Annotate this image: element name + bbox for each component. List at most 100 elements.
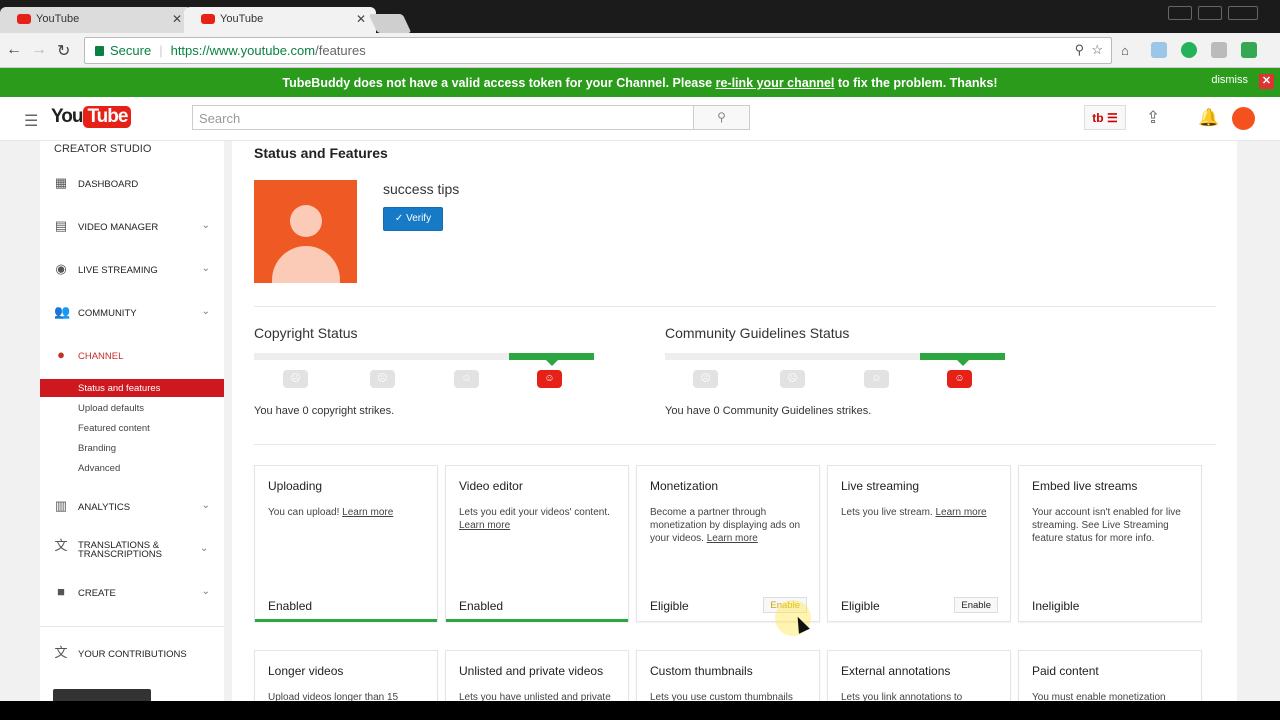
forward-icon[interactable]: → <box>31 41 47 59</box>
enable-live-streaming-button[interactable]: Enable <box>954 597 998 613</box>
channel-avatar <box>254 180 357 283</box>
help-feedback-button[interactable] <box>53 689 151 701</box>
sidebar-sub-status-and-features[interactable]: Status and features <box>40 379 224 397</box>
reload-icon[interactable]: ↻ <box>57 41 70 61</box>
tubebuddy-extension-icon[interactable] <box>1211 42 1227 58</box>
sidebar-title: CREATOR STUDIO <box>54 143 152 155</box>
upload-icon[interactable]: ⇪ <box>1146 108 1160 128</box>
analytics-icon: ▥ <box>54 498 68 513</box>
close-window-button[interactable] <box>1228 6 1258 20</box>
bottom-bar <box>0 701 1280 720</box>
sidebar-item-community[interactable]: 👥 COMMUNITY ⌄ <box>40 303 224 323</box>
channel-name: success tips <box>383 181 460 197</box>
youtube-logo[interactable]: You Tube <box>51 106 132 128</box>
enabled-bar <box>255 619 437 622</box>
feature-card-video-editor: Video editor Lets you edit your videos' … <box>445 465 629 622</box>
sidebar-item-translations[interactable]: 文 TRANSLATIONS & TRANSCRIPTIONS <box>40 537 190 563</box>
learn-more-link[interactable]: Learn more <box>935 507 986 518</box>
community-icon: 👥 <box>54 304 71 319</box>
divider <box>254 444 1216 445</box>
feature-card-unlisted-private: Unlisted and private videos Lets you hav… <box>445 650 629 701</box>
community-status-text: You have 0 Community Guidelines strikes. <box>665 405 872 417</box>
channel-icon: ● <box>57 347 65 362</box>
secure-label: Secure <box>110 43 152 58</box>
maximize-button[interactable] <box>1198 6 1222 20</box>
neutral-face-icon: ☹ <box>780 370 805 388</box>
dashboard-icon: ▦ <box>54 175 68 190</box>
star-icon[interactable]: ☆ <box>1091 42 1103 57</box>
verify-button[interactable]: ✓ Verify <box>383 207 443 231</box>
notifications-bell-icon[interactable]: 🔔 <box>1198 108 1219 128</box>
youtube-favicon-icon <box>201 14 215 24</box>
sidebar-item-dashboard[interactable]: ▦ DASHBOARD <box>40 174 224 194</box>
feature-card-monetization: Monetization Become a partner through mo… <box>636 465 820 622</box>
page-title: Status and Features <box>254 145 388 161</box>
browser-tab-active[interactable]: YouTube ✕ <box>184 7 376 33</box>
chevron-down-icon[interactable]: ⌄ <box>202 306 210 317</box>
sidebar-item-your-contributions[interactable]: 文 YOUR CONTRIBUTIONS <box>40 644 224 664</box>
youtube-favicon-icon <box>17 14 31 24</box>
search-button[interactable]: ⚲ <box>693 105 750 130</box>
sidebar-item-analytics[interactable]: ▥ ANALYTICS ⌄ <box>40 497 224 517</box>
dismiss-link[interactable]: dismiss <box>1211 74 1248 86</box>
community-meter <box>665 353 1005 366</box>
feature-status: Enabled <box>459 599 504 613</box>
sidebar-item-create[interactable]: ■ CREATE ⌄ <box>40 583 224 603</box>
live-streaming-icon: ◉ <box>55 261 67 276</box>
feature-status: Eligible <box>650 599 689 613</box>
page-body: CREATOR STUDIO ▦ DASHBOARD ▤ VIDEO MANAGER… <box>0 141 1280 701</box>
feature-card-uploading: Uploading You can upload! Learn more Ena… <box>254 465 438 622</box>
contributions-icon: 文 <box>54 645 68 660</box>
chevron-down-icon[interactable]: ⌄ <box>202 220 210 231</box>
zoom-icon[interactable]: ⚲ <box>1075 42 1085 57</box>
home-icon[interactable]: ⌂ <box>1121 43 1129 58</box>
close-tab-icon[interactable]: ✕ <box>356 12 366 26</box>
learn-more-link[interactable]: Learn more <box>707 533 758 544</box>
extension-icon[interactable] <box>1151 42 1167 58</box>
relink-channel-link[interactable]: re-link your channel <box>716 76 835 90</box>
chevron-down-icon[interactable]: ⌄ <box>202 263 210 274</box>
sad-face-icon: ☹ <box>693 370 718 388</box>
neutral-face-icon: ☺ <box>454 370 479 388</box>
sidebar-sub-advanced[interactable]: Advanced <box>40 459 224 477</box>
creator-studio-sidebar: CREATOR STUDIO ▦ DASHBOARD ▤ VIDEO MANAGER… <box>40 141 224 701</box>
url-bar[interactable]: Secure | https://www.youtube.com/features … <box>84 37 1112 64</box>
learn-more-link[interactable]: Learn more <box>342 507 393 518</box>
sidebar-sub-upload-defaults[interactable]: Upload defaults <box>40 399 224 417</box>
browser-tab-bar: YouTube ✕ YouTube ✕ <box>0 0 1280 33</box>
sidebar-divider <box>40 626 224 627</box>
grammarly-icon[interactable] <box>1181 42 1197 58</box>
extension-badge-icon[interactable] <box>1241 42 1257 58</box>
sidebar-item-channel[interactable]: ● CHANNEL <box>40 346 224 366</box>
sidebar-sub-branding[interactable]: Branding <box>40 439 224 457</box>
search-input[interactable]: Search <box>192 105 694 130</box>
browser-tab[interactable]: YouTube ✕ <box>0 7 192 33</box>
feature-card-paid-content: Paid content You must enable monetizatio… <box>1018 650 1202 701</box>
sad-face-icon: ☹ <box>283 370 308 388</box>
url-host: https://www.youtube.com <box>170 43 316 58</box>
chevron-down-icon[interactable]: ⌄ <box>202 586 210 597</box>
tab-title: YouTube <box>220 13 264 25</box>
sidebar-item-live-streaming[interactable]: ◉ LIVE STREAMING ⌄ <box>40 260 224 280</box>
dismiss-close-icon[interactable]: ✕ <box>1259 74 1274 89</box>
enabled-bar <box>446 619 628 622</box>
close-tab-icon[interactable]: ✕ <box>172 12 182 26</box>
video-manager-icon: ▤ <box>54 218 68 233</box>
minimize-button[interactable] <box>1168 6 1192 20</box>
chevron-down-icon[interactable]: ⌄ <box>202 500 210 511</box>
tubebuddy-icon: tb ☰ <box>1092 111 1118 125</box>
back-icon[interactable]: ← <box>6 41 22 59</box>
sidebar-sub-featured-content[interactable]: Featured content <box>40 419 224 437</box>
tubebuddy-menu-button[interactable]: tb ☰ <box>1084 105 1126 130</box>
feature-card-longer-videos: Longer videos Upload videos longer than … <box>254 650 438 701</box>
menu-icon[interactable]: ☰ <box>24 111 38 131</box>
chevron-down-icon[interactable]: ⌄ <box>200 543 208 554</box>
check-icon: ✓ <box>394 213 407 224</box>
learn-more-link[interactable]: Learn more <box>459 520 510 531</box>
banner-text-end: to fix the problem. Thanks! <box>834 76 998 90</box>
sidebar-item-video-manager[interactable]: ▤ VIDEO MANAGER ⌄ <box>40 217 224 237</box>
banner-text: TubeBuddy does not have a valid access t… <box>282 76 716 90</box>
neutral-face-icon: ☹ <box>370 370 395 388</box>
account-avatar[interactable] <box>1232 107 1255 130</box>
feature-status: Ineligible <box>1032 599 1080 613</box>
